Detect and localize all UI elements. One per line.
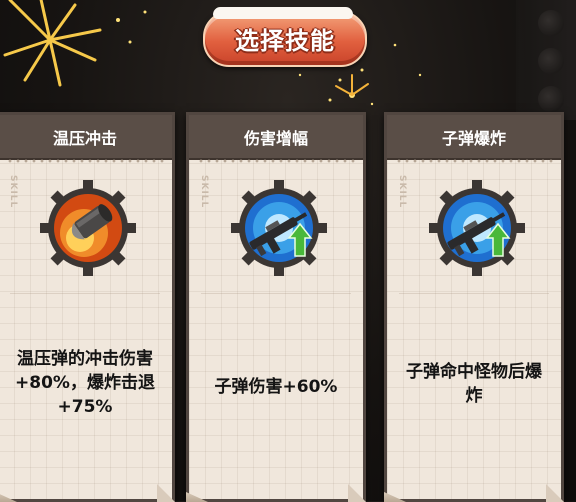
description-line: 子弹伤害+60% [214, 377, 338, 397]
skill-name: 温压冲击 [52, 129, 117, 148]
card-header: 温压冲击 [0, 115, 172, 160]
paper-fold [157, 484, 175, 502]
skill-card-2[interactable]: 伤害增幅 SKILL 子弹伤害+60% [186, 112, 366, 502]
title-banner: 选择技能 [203, 7, 367, 69]
skill-description: 温压弹的冲击伤害 +80%，爆炸击退 +75% [4, 347, 166, 419]
description-line: +80%，爆炸击退 [15, 373, 155, 393]
skill-watermark: SKILL [8, 175, 18, 209]
skill-name: 伤害增幅 [243, 129, 308, 148]
description-line: 炸 [465, 386, 483, 406]
banner-snow-cap [213, 7, 353, 19]
thermobaric-bullet-icon [40, 180, 136, 276]
card-dots [395, 158, 553, 164]
skill-watermark: SKILL [397, 175, 407, 209]
description-line: +75% [57, 397, 113, 417]
paper-fold [348, 484, 366, 502]
description-line: 温压弹的冲击伤害 [17, 349, 153, 369]
paper-fold [546, 484, 564, 502]
skill-card-1[interactable]: 温压冲击 SKILL 温压弹的冲击伤害 +80%，爆炸击退 +75% [0, 112, 175, 502]
skill-card-3[interactable]: 子弹爆炸 SKILL 子弹命中怪物后爆 炸 [384, 112, 564, 502]
description-line: 子弹命中怪物后爆 [406, 362, 542, 382]
card-divider [10, 293, 160, 294]
card-divider [201, 293, 351, 294]
skill-description: 子弹命中怪物后爆 炸 [393, 360, 555, 408]
rifle-upgrade-icon [429, 180, 525, 276]
card-header: 伤害增幅 [189, 115, 363, 160]
card-divider [399, 293, 549, 294]
rifle-upgrade-icon [231, 180, 327, 276]
card-header: 子弹爆炸 [387, 115, 561, 160]
background-wall [516, 0, 576, 120]
skill-description: 子弹伤害+60% [195, 375, 357, 399]
card-dots [197, 158, 355, 164]
skill-name: 子弹爆炸 [441, 129, 506, 148]
skill-watermark: SKILL [199, 175, 209, 209]
page-title: 选择技能 [235, 27, 335, 55]
card-dots [6, 158, 164, 164]
